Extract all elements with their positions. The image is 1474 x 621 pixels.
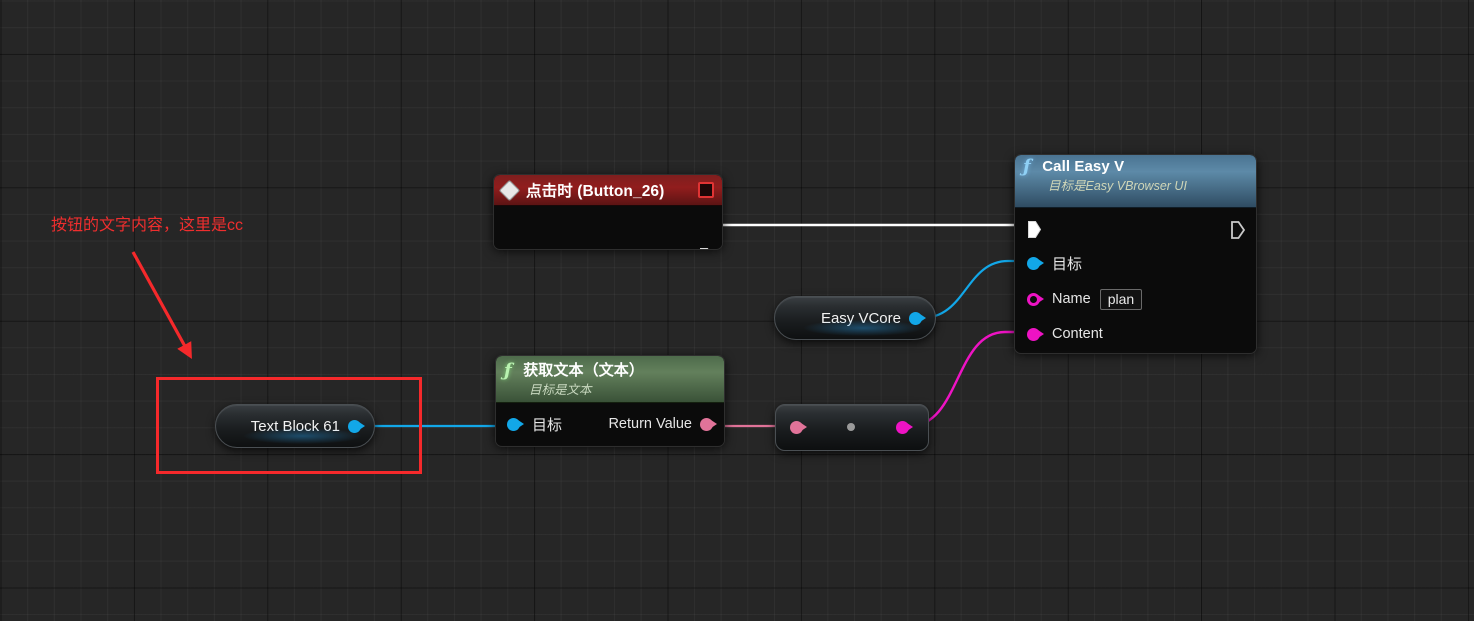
get-text-node-title: 获取文本（文本） xyxy=(523,362,645,379)
event-node-rows xyxy=(494,206,722,249)
pin-name-input[interactable]: Name plan xyxy=(1027,288,1143,310)
pin-label-target: 目标 xyxy=(532,416,563,434)
convert-input-pin[interactable] xyxy=(790,421,807,434)
get-text-node-subtitle: 目标是文本 xyxy=(529,383,592,397)
call-exec-output-pin[interactable] xyxy=(1230,219,1246,239)
event-node-body: 点击时 (Button_26) xyxy=(493,174,723,250)
pin-label-name: Name xyxy=(1052,291,1091,307)
pin-label-return-value: Return Value xyxy=(608,416,692,432)
function-f-icon: ƒ xyxy=(504,360,512,381)
convert-output-pin[interactable] xyxy=(896,421,913,434)
variable-label-easy-vcore: Easy VCore xyxy=(820,309,901,327)
call-easy-v-node-body: ƒ Call Easy V 目标是Easy VBrowser UI 目标 Nam… xyxy=(1014,154,1257,354)
pin-return-value-output[interactable]: Return Value xyxy=(608,414,717,434)
call-easy-v-node-title: Call Easy V xyxy=(1042,158,1125,175)
annotation-arrow xyxy=(131,251,192,359)
exec-output-pin-filled[interactable] xyxy=(699,247,714,249)
call-easy-v-node-rows: 目标 Name plan Content xyxy=(1015,208,1256,351)
function-f-icon: ƒ xyxy=(1023,156,1031,177)
call-exec-input-pin[interactable] xyxy=(1027,219,1042,239)
content-pin-dot[interactable] xyxy=(1027,327,1044,341)
node-event-on-clicked[interactable]: 点击时 (Button_26) xyxy=(493,174,723,250)
stop-recording-button[interactable] xyxy=(698,182,714,198)
node-convert-text-to-string[interactable] xyxy=(775,404,929,451)
node-get-text[interactable]: ƒ 获取文本（文本） 目标是文本 目标 Return Value xyxy=(495,355,725,447)
get-text-node-header: ƒ 获取文本（文本） 目标是文本 xyxy=(496,356,724,403)
annotation-text: 按钮的文字内容，这里是cc xyxy=(51,217,244,234)
diamond-icon xyxy=(498,179,521,201)
node-variable-easy-vcore[interactable]: Easy VCore xyxy=(774,296,936,340)
node-call-easy-v[interactable]: ƒ Call Easy V 目标是Easy VBrowser UI 目标 Nam… xyxy=(1014,154,1257,354)
call-easy-v-node-header: ƒ Call Easy V 目标是Easy VBrowser UI xyxy=(1015,155,1256,208)
target-pin-dot[interactable] xyxy=(507,417,524,431)
pin-content-input[interactable]: Content xyxy=(1027,324,1103,344)
pin-target-input[interactable]: 目标 xyxy=(507,414,562,434)
name-value-input[interactable]: plan xyxy=(1099,288,1143,310)
exec-output-pin-hollow[interactable] xyxy=(1230,220,1246,239)
event-node-title: 点击时 (Button_26) xyxy=(526,183,665,200)
target-pin-dot[interactable] xyxy=(1027,256,1044,270)
pin-target-input[interactable]: 目标 xyxy=(1027,253,1082,273)
pin-label-content: Content xyxy=(1052,326,1103,342)
get-text-node-rows: 目标 Return Value xyxy=(496,403,724,445)
annotation-highlight-rectangle xyxy=(156,377,422,474)
blueprint-graph-canvas[interactable]: 点击时 (Button_26) ƒ 获取文本（文本） 目标是文本 目标 Retu… xyxy=(0,0,1474,621)
event-node-header: 点击时 (Button_26) xyxy=(494,175,722,206)
exec-input-pin-filled[interactable] xyxy=(1027,220,1042,239)
name-pin-dot[interactable] xyxy=(1027,292,1044,306)
return-value-pin-dot[interactable] xyxy=(700,417,717,431)
pin-label-target: 目标 xyxy=(1052,255,1083,273)
get-text-node-body: ƒ 获取文本（文本） 目标是文本 目标 Return Value xyxy=(495,355,725,447)
convert-center-dot xyxy=(847,423,855,431)
call-easy-v-node-subtitle: 目标是Easy VBrowser UI xyxy=(1048,179,1187,193)
easy-vcore-output-pin[interactable] xyxy=(909,311,926,325)
event-exec-output-pin[interactable] xyxy=(699,247,714,249)
